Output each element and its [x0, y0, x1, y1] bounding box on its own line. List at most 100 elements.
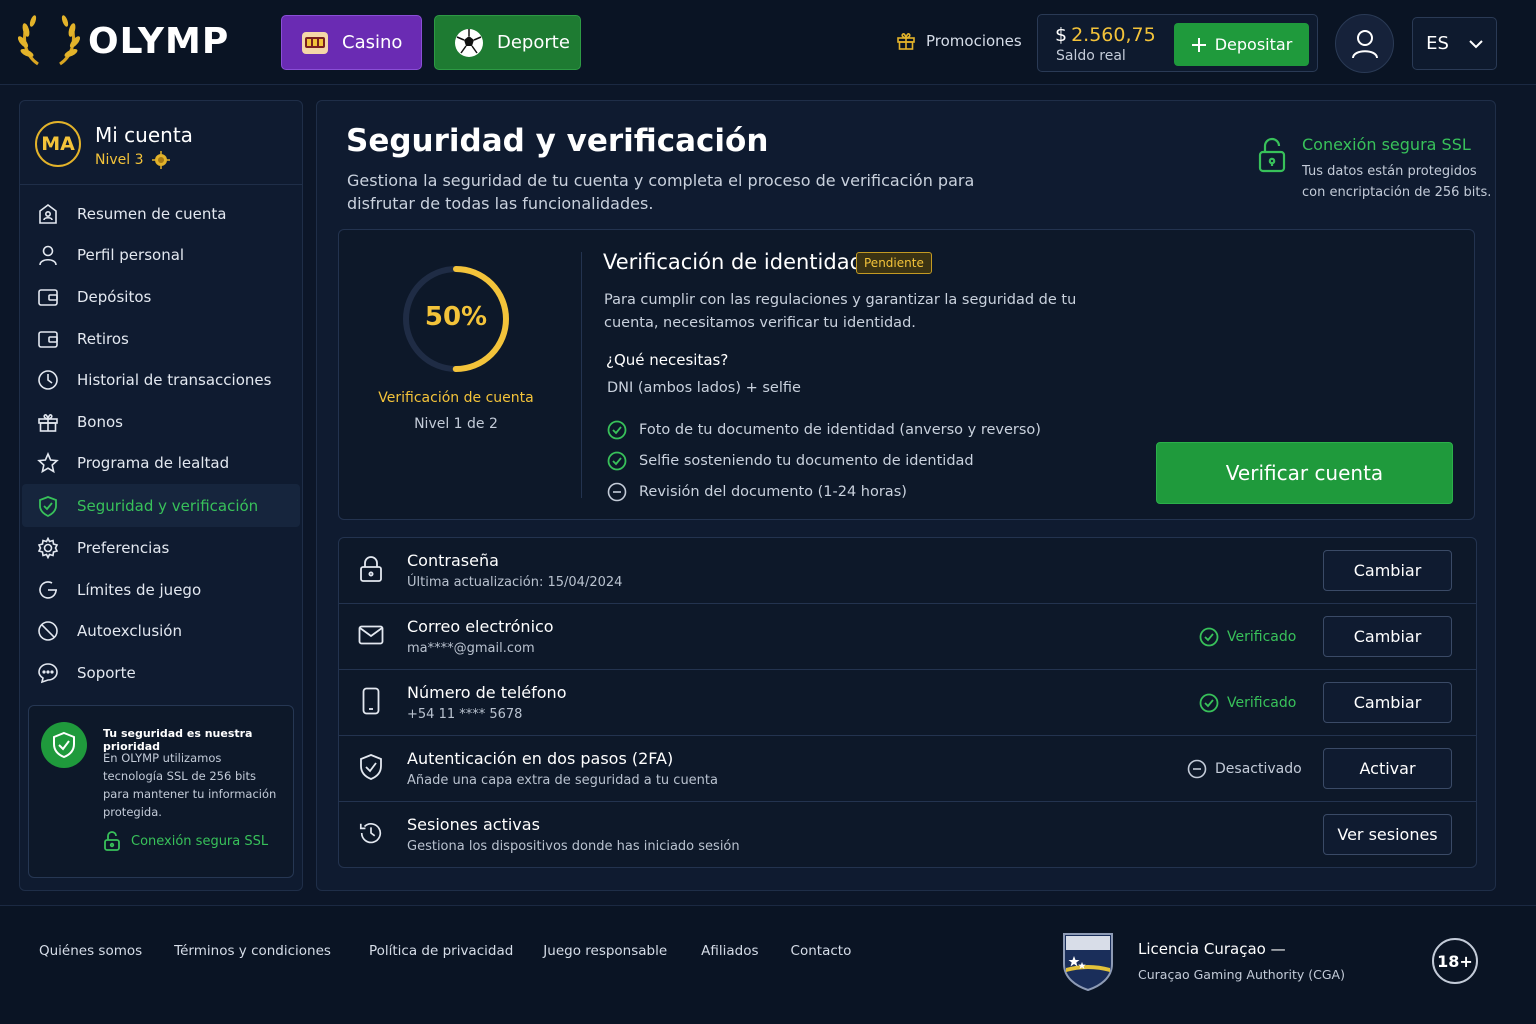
sidebar-item-perfil[interactable]: Perfil personal	[20, 235, 302, 277]
verification-description: Para cumplir con las regulaciones y gara…	[604, 292, 1077, 331]
setting-row-email: Correo electrónico ma****@gmail.com Veri…	[339, 604, 1476, 670]
shield-check-icon	[360, 754, 382, 780]
sidebar-item-bonos[interactable]: Bonos	[20, 401, 302, 443]
checklist-item: Selfie sosteniendo tu documento de ident…	[607, 445, 1041, 476]
checklist-item: Foto de tu documento de identidad (anver…	[607, 414, 1041, 445]
gift-icon	[897, 33, 915, 50]
age-restriction-badge: 18+	[1432, 938, 1478, 984]
minus-circle-icon	[1187, 759, 1207, 779]
chat-icon	[38, 662, 58, 683]
verify-account-button[interactable]: Verificar cuenta	[1156, 442, 1453, 504]
promotions-label: Promociones	[926, 32, 1022, 50]
progress-percent: 50%	[424, 302, 488, 332]
user-icon	[1351, 29, 1378, 58]
casino-nav-button[interactable]: Casino	[281, 15, 422, 70]
balance-box: $2.560,75 Saldo real Depositar	[1037, 14, 1318, 72]
footer-link-responsible[interactable]: Juego responsable	[543, 943, 667, 959]
language-label: ES	[1426, 33, 1449, 54]
setting-subtitle: +54 11 **** 5678	[407, 707, 523, 722]
block-icon	[38, 621, 58, 641]
lock-open-icon	[104, 831, 120, 851]
account-title: Mi cuenta	[95, 123, 193, 147]
star-icon	[37, 452, 59, 474]
gift-icon	[38, 413, 58, 432]
phone-icon	[362, 687, 380, 715]
check-circle-icon	[1199, 627, 1219, 647]
language-selector[interactable]: ES	[1412, 17, 1497, 70]
top-header: OLYMP Casino Deporte Promociones $2.560,…	[0, 0, 1536, 85]
deporte-nav-button[interactable]: Deporte	[434, 15, 581, 70]
footer-link-privacy[interactable]: Política de privacidad	[369, 943, 513, 959]
lock-open-icon	[1258, 137, 1286, 173]
sidebar-item-limites[interactable]: Límites de juego	[20, 569, 302, 611]
security-settings-list: Contraseña Última actualización: 15/04/2…	[338, 537, 1477, 868]
footer: Quiénes somos Términos y condiciones Pol…	[0, 905, 1536, 1024]
sidebar-menu: Resumen de cuenta Perfil personal Depósi…	[20, 193, 302, 694]
status-verified: Verificado	[1199, 693, 1296, 713]
limit-icon	[39, 580, 57, 599]
setting-row-sessions: Sesiones activas Gestiona los dispositiv…	[339, 802, 1476, 868]
setting-subtitle: ma****@gmail.com	[407, 641, 535, 656]
promotions-link[interactable]: Promociones	[896, 31, 1022, 51]
sidebar-item-historial[interactable]: Historial de transacciones	[20, 359, 302, 401]
status-verified: Verificado	[1199, 627, 1296, 647]
slot-machine-icon	[302, 31, 328, 54]
balance-amount: $2.560,75	[1055, 24, 1156, 46]
logo-text: OLYMP	[88, 20, 230, 62]
footer-link-terms[interactable]: Términos y condiciones	[174, 943, 331, 959]
setting-title: Correo electrónico	[407, 617, 554, 636]
check-circle-icon	[1199, 693, 1219, 713]
change-password-button[interactable]: Cambiar	[1323, 550, 1452, 591]
sidebar-item-retiros[interactable]: Retiros	[20, 318, 302, 360]
footer-link-about[interactable]: Quiénes somos	[39, 943, 142, 959]
setting-title: Contraseña	[407, 551, 499, 570]
account-level: Nivel 3	[95, 151, 170, 169]
account-summary-icon	[39, 203, 57, 224]
verification-checklist: Foto de tu documento de identidad (anver…	[607, 414, 1041, 507]
setting-title: Autenticación en dos pasos (2FA)	[407, 749, 674, 768]
footer-link-affiliates[interactable]: Afiliados	[701, 943, 758, 959]
sidebar-item-lealtad[interactable]: Programa de lealtad	[20, 443, 302, 485]
wallet-icon	[38, 330, 58, 348]
balance-label: Saldo real	[1056, 48, 1126, 64]
setting-subtitle: Gestiona los dispositivos donde has inic…	[407, 839, 740, 854]
activate-2fa-button[interactable]: Activar	[1323, 748, 1452, 789]
change-email-button[interactable]: Cambiar	[1323, 616, 1452, 657]
check-circle-icon	[607, 420, 627, 439]
license-title: Licencia Curaçao —	[1138, 940, 1286, 958]
sidebar-item-soporte[interactable]: Soporte	[20, 652, 302, 694]
soccer-ball-icon	[455, 28, 483, 57]
user-menu-button[interactable]	[1335, 14, 1394, 73]
sidebar-item-seguridad[interactable]: Seguridad y verificación	[22, 484, 300, 528]
status-badge: Pendiente	[856, 252, 932, 274]
main-panel: Seguridad y verificación Gestiona la seg…	[316, 100, 1496, 891]
setting-subtitle: Añade una capa extra de seguridad a tu c…	[407, 773, 718, 788]
plus-icon	[1191, 37, 1206, 52]
view-sessions-button[interactable]: Ver sesiones	[1323, 814, 1452, 855]
status-disabled: Desactivado	[1187, 759, 1302, 779]
footer-links: Quiénes somos Términos y condiciones Pol…	[39, 943, 851, 959]
divider	[581, 252, 582, 498]
mail-icon	[358, 625, 384, 645]
setting-title: Número de teléfono	[407, 683, 567, 702]
history-icon	[359, 823, 382, 844]
security-info-card: Tu seguridad es nuestra prioridad En OLY…	[28, 705, 294, 878]
shield-icon	[41, 722, 87, 768]
sidebar-item-depositos[interactable]: Depósitos	[20, 276, 302, 318]
identity-verification-card: 50% Verificación de cuenta Nivel 1 de 2 …	[338, 229, 1475, 520]
change-phone-button[interactable]: Cambiar	[1323, 682, 1452, 723]
setting-subtitle: Última actualización: 15/04/2024	[407, 575, 623, 590]
sidebar-item-autoexclusion[interactable]: Autoexclusión	[20, 610, 302, 652]
page-subtitle: Gestiona la seguridad de tu cuenta y com…	[347, 171, 975, 213]
footer-link-contact[interactable]: Contacto	[791, 943, 852, 959]
lock-icon	[360, 556, 382, 582]
logo[interactable]: OLYMP	[18, 14, 229, 68]
deposit-button[interactable]: Depositar	[1174, 23, 1309, 66]
security-card-text: En OLYMP utilizamos tecnología SSL de 25…	[103, 751, 277, 819]
account-header: MA Mi cuenta Nivel 3	[20, 101, 302, 185]
sidebar-item-resumen[interactable]: Resumen de cuenta	[20, 193, 302, 235]
curacao-seal-icon	[1063, 933, 1113, 992]
level-badge-icon	[151, 151, 170, 169]
sidebar-item-preferencias[interactable]: Preferencias	[20, 527, 302, 569]
setting-row-2fa: Autenticación en dos pasos (2FA) Añade u…	[339, 736, 1476, 802]
